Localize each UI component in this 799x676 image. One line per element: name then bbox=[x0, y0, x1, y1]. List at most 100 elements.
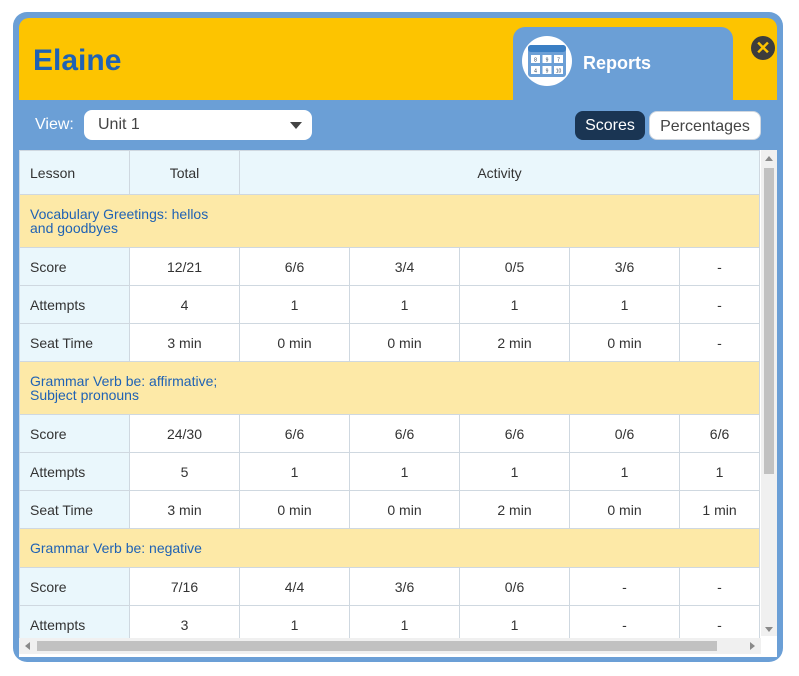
lesson-row: Grammar Verb be: affirmative; Subject pr… bbox=[19, 361, 761, 415]
scroll-left-icon[interactable] bbox=[25, 642, 30, 650]
header-lesson: Lesson bbox=[19, 150, 130, 195]
activity-cell: - bbox=[678, 285, 761, 324]
activity-cell: 1 bbox=[569, 285, 680, 324]
student-name-title: Elaine bbox=[33, 44, 122, 77]
total-cell: 12/21 bbox=[129, 247, 240, 286]
icon-num: 8 bbox=[534, 58, 537, 64]
activity-cell: 2 min bbox=[459, 323, 570, 362]
activity-cell: 1 bbox=[569, 452, 680, 491]
activity-cell: 2 min bbox=[459, 490, 570, 529]
table-row: Score 7/16 4/4 3/6 0/6 - - bbox=[19, 567, 761, 606]
activity-cell: 6/6 bbox=[239, 414, 350, 453]
row-label: Score bbox=[19, 414, 130, 453]
scores-button[interactable]: Scores bbox=[575, 111, 645, 140]
activity-cell: 6/6 bbox=[349, 414, 460, 453]
horizontal-scrollbar[interactable] bbox=[19, 638, 761, 654]
table-row: Seat Time 3 min 0 min 0 min 2 min 0 min … bbox=[19, 490, 761, 529]
header-bar: Elaine 8 9 7 4 9 10 Reports ✕ bbox=[19, 18, 777, 100]
activity-cell: - bbox=[678, 323, 761, 362]
table-row: Seat Time 3 min 0 min 0 min 2 min 0 min … bbox=[19, 323, 761, 362]
total-cell: 3 min bbox=[129, 323, 240, 362]
vertical-scrollbar[interactable] bbox=[761, 150, 777, 636]
lesson-title-line: Vocabulary Greetings: hellos bbox=[30, 206, 209, 222]
activity-cell: 0/5 bbox=[459, 247, 570, 286]
activity-cell: 3/6 bbox=[349, 567, 460, 606]
lesson-title-line: Subject pronouns bbox=[30, 387, 139, 403]
row-label: Attempts bbox=[19, 285, 130, 324]
activity-cell: 0/6 bbox=[569, 414, 680, 453]
activity-cell: 6/6 bbox=[239, 247, 350, 286]
activity-cell: 0 min bbox=[239, 323, 350, 362]
activity-cell: 0 min bbox=[349, 323, 460, 362]
icon-num: 9 bbox=[546, 58, 549, 64]
lesson-title[interactable]: Grammar Verb be: negative bbox=[19, 528, 761, 568]
icon-num: 10 bbox=[556, 69, 562, 75]
table-row: Score 24/30 6/6 6/6 6/6 0/6 6/6 bbox=[19, 414, 761, 453]
lesson-title-line: and goodbyes bbox=[30, 220, 118, 236]
activity-cell: 1 bbox=[349, 452, 460, 491]
total-cell: 3 min bbox=[129, 490, 240, 529]
activity-cell: 0 min bbox=[569, 323, 680, 362]
activity-cell: 1 min bbox=[678, 490, 761, 529]
activity-cell: 6/6 bbox=[459, 414, 570, 453]
row-label: Score bbox=[19, 247, 130, 286]
activity-cell: 1 bbox=[239, 285, 350, 324]
table-row: Attempts 5 1 1 1 1 1 bbox=[19, 452, 761, 491]
view-select-value: Unit 1 bbox=[98, 116, 140, 133]
scroll-down-icon[interactable] bbox=[765, 627, 773, 632]
report-table-container: Lesson Total Activity Vocabulary Greetin… bbox=[19, 150, 777, 657]
table-header-row: Lesson Total Activity bbox=[19, 150, 761, 195]
scroll-right-icon[interactable] bbox=[750, 642, 755, 650]
toolbar: View: Unit 1 Scores Percentages bbox=[19, 100, 777, 150]
icon-num: 9 bbox=[546, 69, 549, 75]
total-cell: 7/16 bbox=[129, 567, 240, 606]
percentages-button[interactable]: Percentages bbox=[649, 111, 761, 140]
total-cell: 5 bbox=[129, 452, 240, 491]
activity-cell: - bbox=[569, 567, 680, 606]
report-table: Lesson Total Activity Vocabulary Greetin… bbox=[19, 150, 761, 644]
report-window: Elaine 8 9 7 4 9 10 Reports ✕ View: Unit… bbox=[13, 12, 783, 662]
activity-cell: 1 bbox=[239, 452, 350, 491]
total-cell: 24/30 bbox=[129, 414, 240, 453]
icon-num: 7 bbox=[557, 58, 560, 64]
row-label: Seat Time bbox=[19, 490, 130, 529]
activity-cell: - bbox=[678, 247, 761, 286]
activity-cell: 0 min bbox=[569, 490, 680, 529]
lesson-row: Vocabulary Greetings: hellos and goodbye… bbox=[19, 194, 761, 248]
header-total: Total bbox=[129, 150, 240, 195]
horizontal-scroll-thumb[interactable] bbox=[37, 641, 717, 651]
activity-cell: 0 min bbox=[239, 490, 350, 529]
activity-cell: 3/4 bbox=[349, 247, 460, 286]
lesson-title-line: Grammar Verb be: negative bbox=[30, 540, 202, 556]
header-activity: Activity bbox=[238, 150, 761, 195]
activity-cell: 1 bbox=[459, 452, 570, 491]
row-label: Score bbox=[19, 567, 130, 606]
activity-cell: 1 bbox=[459, 285, 570, 324]
table-row: Attempts 4 1 1 1 1 - bbox=[19, 285, 761, 324]
row-label: Seat Time bbox=[19, 323, 130, 362]
table-row: Score 12/21 6/6 3/4 0/5 3/6 - bbox=[19, 247, 761, 286]
scroll-up-icon[interactable] bbox=[765, 156, 773, 161]
activity-cell: 0/6 bbox=[459, 567, 570, 606]
tab-reports-label: Reports bbox=[583, 53, 652, 73]
lesson-title-line: Grammar Verb be: affirmative; bbox=[30, 373, 218, 389]
vertical-scroll-thumb[interactable] bbox=[764, 168, 774, 474]
total-cell: 4 bbox=[129, 285, 240, 324]
activity-cell: - bbox=[678, 567, 761, 606]
lesson-title[interactable]: Grammar Verb be: affirmative; Subject pr… bbox=[19, 361, 761, 415]
activity-cell: 1 bbox=[349, 285, 460, 324]
activity-cell: 6/6 bbox=[678, 414, 761, 453]
calendar-grid-icon: 8 9 7 4 9 10 bbox=[522, 36, 572, 86]
tab-reports[interactable]: 8 9 7 4 9 10 Reports bbox=[513, 27, 733, 100]
view-label: View: bbox=[35, 116, 74, 133]
chevron-down-icon bbox=[290, 122, 302, 129]
activity-cell: 3/6 bbox=[569, 247, 680, 286]
activity-cell: 4/4 bbox=[239, 567, 350, 606]
lesson-row: Grammar Verb be: negative bbox=[19, 528, 761, 568]
row-label: Attempts bbox=[19, 452, 130, 491]
view-select[interactable]: Unit 1 bbox=[84, 110, 312, 140]
lesson-title[interactable]: Vocabulary Greetings: hellos and goodbye… bbox=[19, 194, 761, 248]
close-icon[interactable]: ✕ bbox=[751, 36, 775, 60]
icon-num: 4 bbox=[534, 69, 537, 75]
activity-cell: 1 bbox=[678, 452, 761, 491]
